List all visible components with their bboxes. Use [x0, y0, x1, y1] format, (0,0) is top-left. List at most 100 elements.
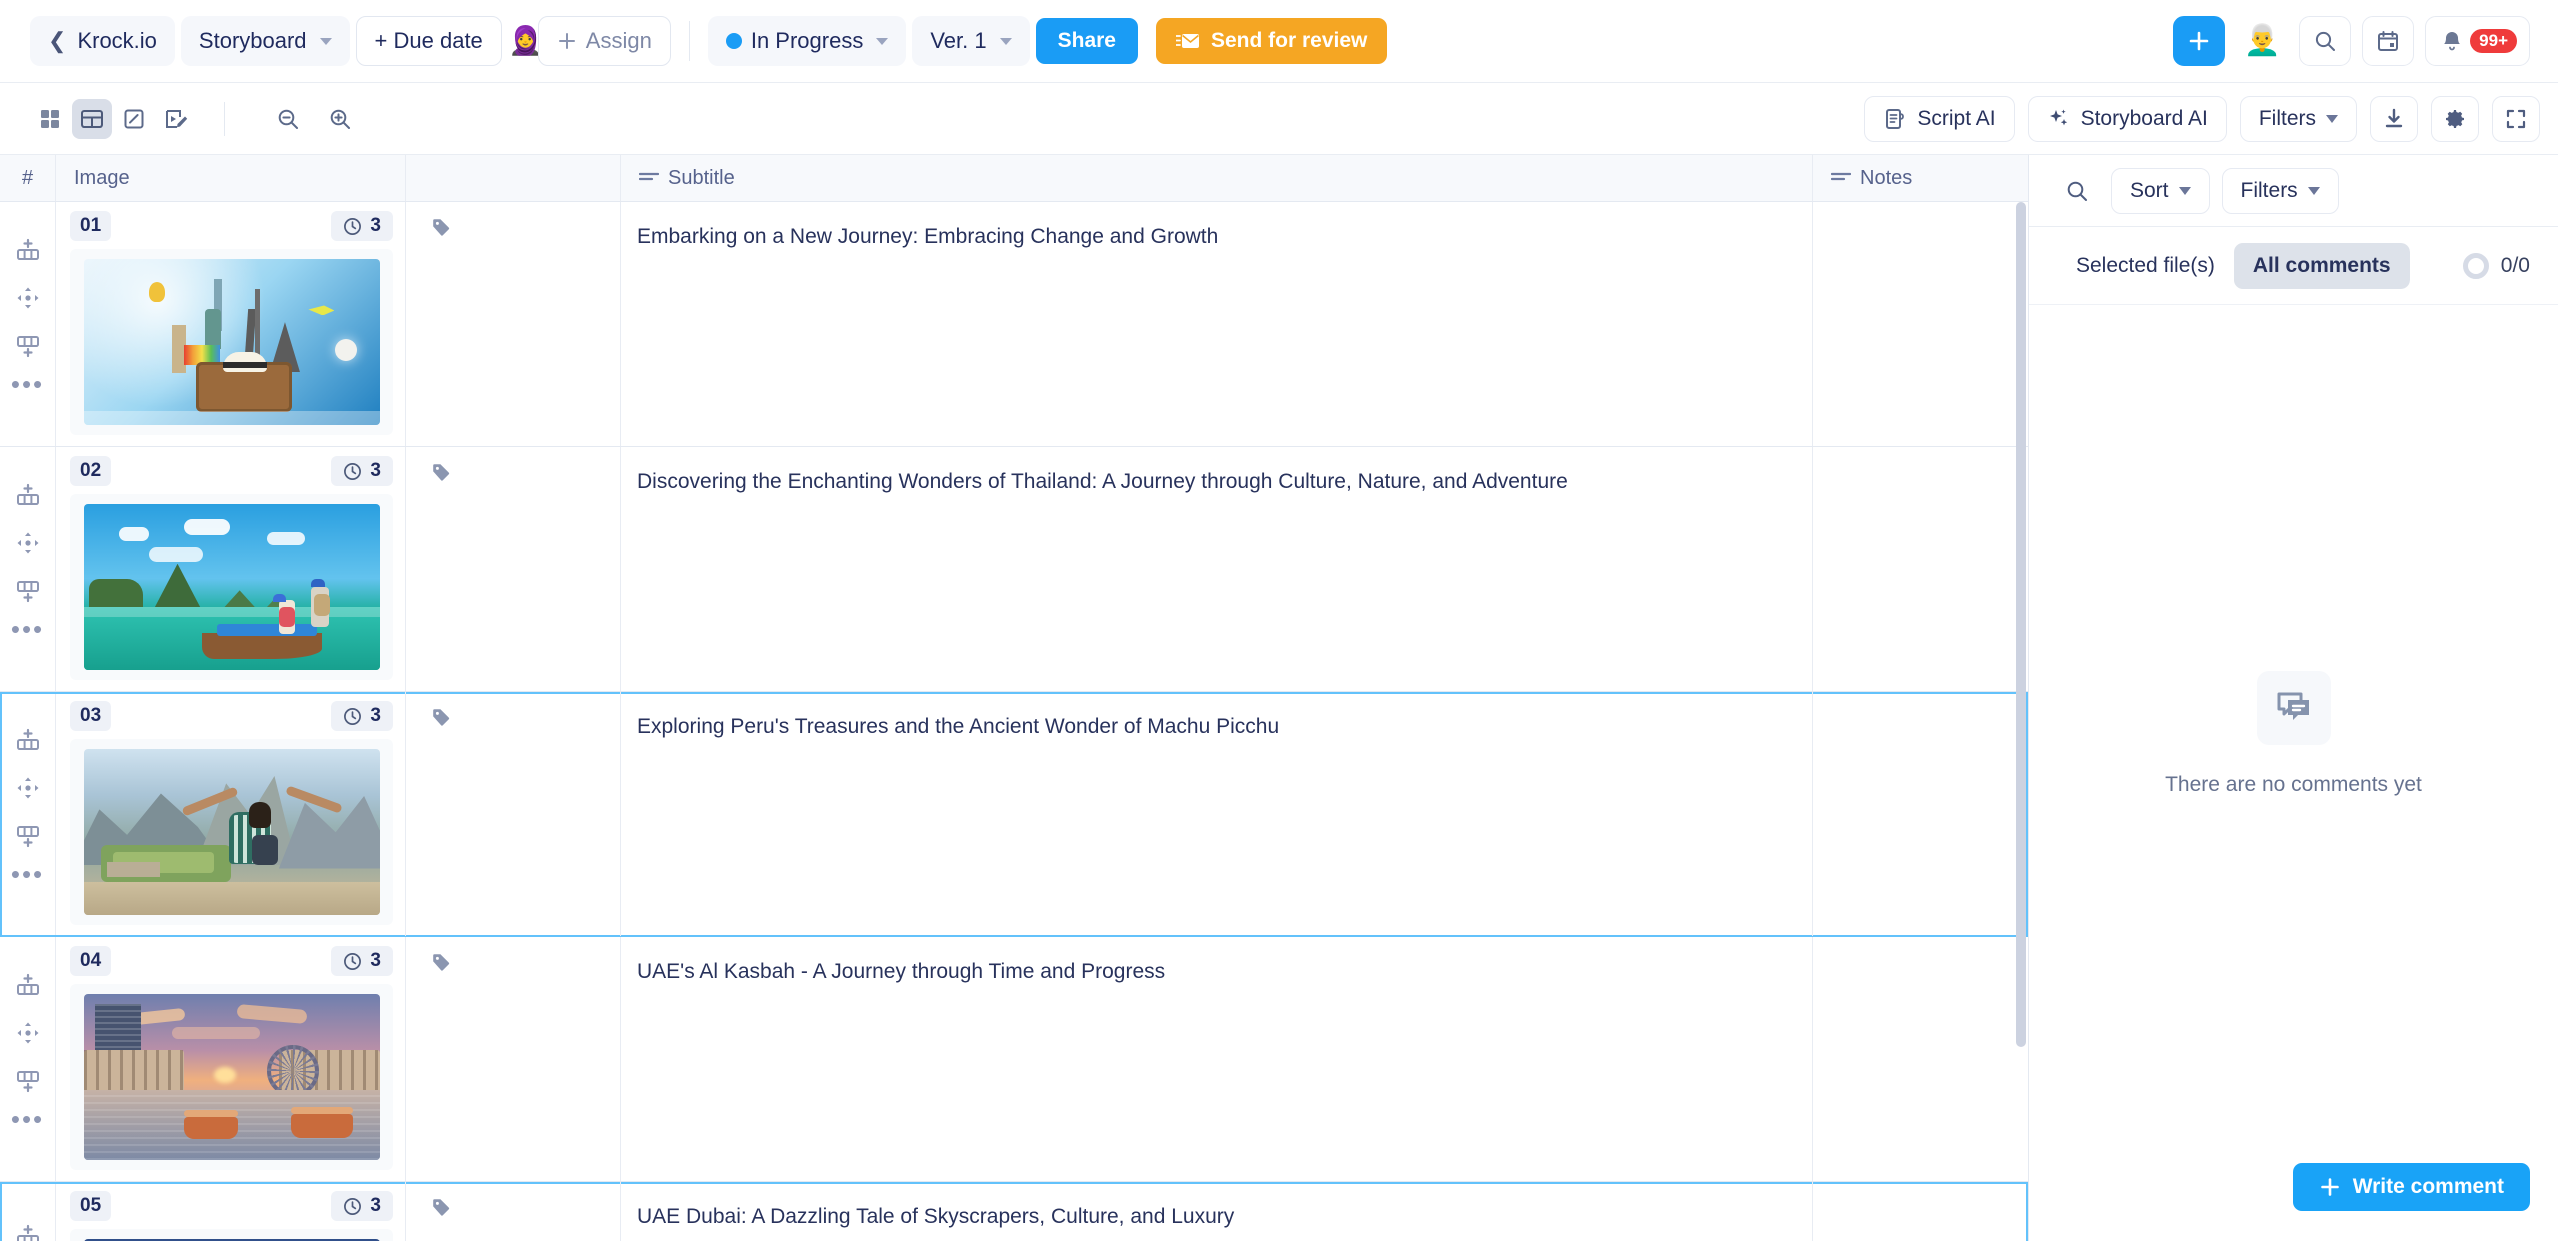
column-header-subtitle[interactable]: Subtitle — [621, 155, 1813, 201]
add-row-above-icon[interactable] — [15, 483, 41, 509]
row-subtitle-cell[interactable]: UAE's Al Kasbah - A Journey through Time… — [621, 937, 1813, 1181]
move-row-icon[interactable] — [15, 285, 41, 311]
status-selector[interactable]: In Progress — [707, 16, 907, 66]
table-row[interactable]: ••• 02 3 Discovering the Enchanting Wond… — [0, 447, 2028, 692]
more-options-icon[interactable]: ••• — [11, 371, 44, 397]
row-notes-cell[interactable] — [1813, 202, 2028, 446]
row-image-cell[interactable]: 01 3 — [56, 202, 406, 446]
row-notes-text[interactable] — [1813, 937, 2028, 957]
row-thumbnail[interactable] — [83, 504, 380, 670]
tag-icon[interactable] — [424, 947, 458, 977]
add-row-below-icon[interactable] — [15, 1067, 41, 1093]
add-row-above-icon[interactable] — [15, 973, 41, 999]
comments-sort-button[interactable]: Sort — [2111, 167, 2210, 214]
table-row[interactable]: ••• 04 3 UAE's Al Kasbah - A Journey thr… — [0, 937, 2028, 1182]
row-notes-cell[interactable] — [1813, 937, 2028, 1181]
row-image-cell[interactable]: 02 3 — [56, 447, 406, 691]
row-duration[interactable]: 3 — [331, 946, 393, 976]
row-notes-cell[interactable] — [1813, 1182, 2028, 1241]
row-tags-cell[interactable] — [406, 937, 621, 1181]
row-notes-text[interactable] — [1813, 447, 2028, 467]
share-button[interactable]: Share — [1035, 18, 1138, 64]
download-button[interactable] — [2370, 95, 2418, 142]
column-header-tags[interactable] — [406, 155, 621, 201]
add-row-below-icon[interactable] — [15, 822, 41, 848]
row-subtitle-text[interactable]: Discovering the Enchanting Wonders of Th… — [637, 467, 1788, 496]
user-avatar-button[interactable]: 👨‍🦳 — [2236, 16, 2289, 66]
row-thumbnail[interactable] — [83, 749, 380, 915]
row-subtitle-text[interactable]: UAE Dubai: A Dazzling Tale of Skyscraper… — [637, 1202, 1788, 1231]
grid-filters-button[interactable]: Filters — [2239, 95, 2357, 142]
row-notes-cell[interactable] — [1813, 692, 2028, 936]
row-subtitle-cell[interactable]: UAE Dubai: A Dazzling Tale of Skyscraper… — [621, 1182, 1813, 1241]
row-image-cell[interactable]: 04 3 — [56, 937, 406, 1181]
write-comment-button[interactable]: Write comment — [2292, 1163, 2530, 1211]
create-new-button[interactable] — [2173, 16, 2226, 66]
tag-icon[interactable] — [424, 702, 458, 732]
grid-view-button[interactable] — [30, 99, 70, 139]
row-subtitle-text[interactable]: Exploring Peru's Treasures and the Ancie… — [637, 712, 1788, 741]
settings-button[interactable] — [2431, 95, 2479, 142]
thumbnail-container[interactable] — [70, 249, 393, 435]
row-tags-cell[interactable] — [406, 447, 621, 691]
project-selector[interactable]: Storyboard — [180, 16, 350, 66]
row-subtitle-cell[interactable]: Discovering the Enchanting Wonders of Th… — [621, 447, 1813, 691]
row-subtitle-text[interactable]: UAE's Al Kasbah - A Journey through Time… — [637, 957, 1788, 986]
table-rows[interactable]: ••• 01 3 Embarking on a New Journey: Emb… — [0, 202, 2028, 1241]
row-duration[interactable]: 3 — [331, 211, 393, 241]
row-subtitle-text[interactable]: Embarking on a New Journey: Embracing Ch… — [637, 222, 1788, 251]
zoom-in-button[interactable] — [319, 98, 361, 140]
fullscreen-button[interactable] — [2492, 95, 2540, 142]
storyboard-ai-button[interactable]: Storyboard AI — [2027, 95, 2227, 142]
script-ai-button[interactable]: Script AI — [1864, 95, 2015, 142]
zoom-out-button[interactable] — [267, 98, 309, 140]
row-notes-text[interactable] — [1813, 1182, 2028, 1202]
comments-search-button[interactable] — [2053, 167, 2101, 214]
row-thumbnail[interactable] — [83, 994, 380, 1160]
assign-button[interactable]: Assign — [537, 16, 671, 66]
edit-view-button[interactable] — [114, 99, 154, 139]
add-row-above-icon[interactable] — [15, 238, 41, 264]
comments-filters-button[interactable]: Filters — [2221, 167, 2339, 214]
row-notes-cell[interactable] — [1813, 447, 2028, 691]
add-row-above-icon[interactable] — [15, 1224, 41, 1241]
move-row-icon[interactable] — [15, 1020, 41, 1046]
thumbnail-container[interactable] — [70, 1229, 393, 1241]
more-options-icon[interactable]: ••• — [11, 1106, 44, 1132]
row-image-cell[interactable]: 03 3 — [56, 692, 406, 936]
more-options-icon[interactable]: ••• — [11, 861, 44, 887]
player-view-button[interactable] — [156, 99, 196, 139]
row-image-cell[interactable]: 05 3 — [56, 1182, 406, 1241]
table-view-button[interactable] — [72, 98, 112, 139]
thumbnail-container[interactable] — [70, 984, 393, 1170]
add-row-below-icon[interactable] — [15, 577, 41, 603]
row-thumbnail[interactable] — [83, 259, 380, 425]
add-row-below-icon[interactable] — [15, 332, 41, 358]
tab-selected-files[interactable]: Selected file(s) — [2057, 243, 2234, 289]
global-search-button[interactable] — [2299, 16, 2352, 66]
table-row[interactable]: ••• 03 3 Exploring Peru's Treasures and … — [0, 692, 2028, 937]
row-tags-cell[interactable] — [406, 1182, 621, 1241]
column-header-index[interactable]: # — [0, 155, 56, 201]
move-row-icon[interactable] — [15, 530, 41, 556]
send-for-review-button[interactable]: Send for review — [1156, 18, 1388, 64]
version-selector[interactable]: Ver. 1 — [912, 16, 1030, 66]
column-header-image[interactable]: Image — [56, 155, 406, 201]
table-row[interactable]: ••• 01 3 Embarking on a New Journey: Emb… — [0, 202, 2028, 447]
calendar-button[interactable] — [2362, 16, 2415, 66]
tab-all-comments[interactable]: All comments — [2233, 242, 2410, 289]
row-subtitle-cell[interactable]: Exploring Peru's Treasures and the Ancie… — [621, 692, 1813, 936]
thumbnail-container[interactable] — [70, 494, 393, 680]
row-notes-text[interactable] — [1813, 202, 2028, 222]
tag-icon[interactable] — [424, 457, 458, 487]
row-duration[interactable]: 3 — [331, 701, 393, 731]
row-duration[interactable]: 3 — [331, 456, 393, 486]
table-row[interactable]: 05 3 UAE Dubai: A Dazzling Tale of Skysc… — [0, 1182, 2028, 1241]
notifications-button[interactable]: 99+ — [2425, 16, 2530, 66]
more-options-icon[interactable]: ••• — [11, 616, 44, 642]
row-notes-text[interactable] — [1813, 692, 2028, 712]
tag-icon[interactable] — [424, 1192, 458, 1222]
row-duration[interactable]: 3 — [331, 1191, 393, 1221]
column-header-notes[interactable]: Notes — [1813, 155, 2028, 201]
due-date-button[interactable]: + Due date — [355, 16, 502, 66]
